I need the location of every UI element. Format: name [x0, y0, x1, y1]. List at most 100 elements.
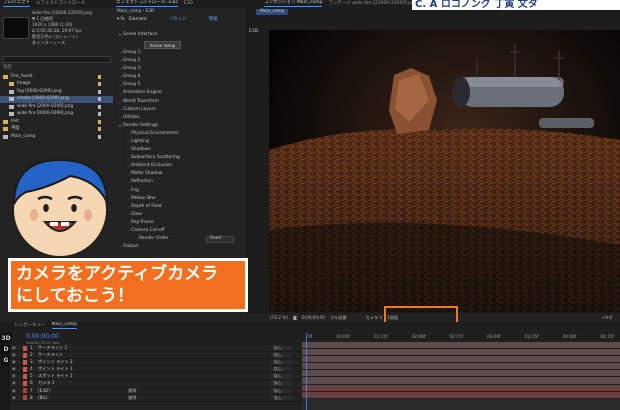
3d-toggle-button[interactable]: 3D [1, 334, 11, 343]
layer-label-color[interactable] [23, 373, 27, 379]
column-name-header[interactable]: 名前 [3, 65, 12, 70]
effect-param-row[interactable]: › Ray-Tracer [113, 219, 246, 227]
effect-param-row[interactable]: › Depth of Field [113, 203, 246, 211]
effect-param-row[interactable]: › Reflection [113, 179, 246, 187]
effect-param-row[interactable]: › Group 2 [113, 57, 246, 65]
effect-param-row[interactable]: › Group 1 [113, 49, 246, 57]
label-color-swatch[interactable] [98, 97, 101, 102]
camera-snapshot-icon[interactable]: ◙ [293, 316, 297, 320]
layer-mode[interactable]: 通常 [128, 388, 183, 393]
zoom-dropdown[interactable]: (74.2 %) [270, 316, 288, 320]
label-color-swatch[interactable] [98, 74, 101, 79]
label-color-swatch[interactable] [98, 119, 101, 124]
layer-parent-dropdown[interactable]: なし [270, 374, 292, 379]
effect-param-row[interactable]: › Subsurface Scattering [113, 154, 246, 162]
effect-param-row[interactable]: › Ambient Occlusion [113, 162, 246, 170]
layer-label-color[interactable] [23, 345, 27, 351]
layer-track-bar[interactable] [302, 370, 620, 378]
effect-param-row[interactable]: › Group 5 [113, 81, 246, 89]
layer-track-bar[interactable] [302, 391, 620, 399]
time-ruler[interactable]: 0f 01:00f 01:15f 02:00f 02:15f 03:00f 03:15f 04… [302, 333, 620, 342]
effect-param-row[interactable]: › Physical Environment [113, 130, 246, 138]
layer-label-color[interactable] [23, 395, 27, 401]
effect-param-row[interactable]: › Output [113, 243, 246, 251]
effect-param-row[interactable]: ▾ Scene Interface [113, 31, 246, 39]
tab-effect-controls-e3d[interactable]: エフェクトコントロール: E3D [116, 1, 178, 7]
visibility-eye-icon[interactable]: ◉ [10, 374, 20, 378]
layer-parent-dropdown[interactable]: なし [270, 359, 292, 365]
layer-name[interactable]: スポット ライト 1 [38, 374, 128, 378]
layer-name[interactable]: サーチライト 1 [38, 345, 128, 350]
effect-param-row[interactable]: › Utilities [113, 114, 246, 122]
layer-label-color[interactable] [23, 359, 27, 365]
layer-row[interactable]: ◉ 1 サーチライト 1 なし [10, 345, 302, 353]
effect-param-row[interactable]: › Lighting [113, 138, 246, 146]
effect-param-row[interactable]: › World Transform [113, 98, 246, 106]
layer-parent-dropdown[interactable]: なし [270, 388, 292, 393]
project-item[interactable]: wide fire [2000-0299].png [0, 103, 113, 111]
project-item[interactable]: Fire_Asset [0, 73, 113, 81]
effect-param-row[interactable]: › Camera Cut-off [113, 227, 246, 235]
visibility-eye-icon[interactable]: ◉ [10, 352, 20, 357]
visibility-eye-icon[interactable]: ◉ [10, 345, 20, 350]
layer-track-bar[interactable] [302, 349, 620, 357]
resolution-dropdown[interactable]: フル画質 [330, 316, 347, 320]
layer-parent-dropdown[interactable]: なし [270, 395, 292, 400]
project-item[interactable]: Inst [0, 118, 113, 126]
label-color-swatch[interactable] [98, 82, 101, 87]
layer-label-color[interactable] [23, 366, 27, 372]
visibility-eye-icon[interactable]: ◉ [10, 388, 20, 393]
visibility-eye-icon[interactable]: ◉ [10, 395, 20, 400]
layer-name[interactable]: ポイント ライト 2 [38, 359, 128, 364]
layer-name[interactable]: ポイント ライト 1 [38, 367, 128, 371]
label-color-swatch[interactable] [98, 89, 101, 94]
tab-main-comp[interactable]: Main_comp [51, 323, 77, 329]
camera-dropdown[interactable]: カメラ 1 [366, 316, 383, 320]
layer-parent-dropdown[interactable]: なし [270, 345, 292, 351]
exposure-value[interactable]: +0.0 [602, 316, 612, 320]
effect-param-row[interactable]: › Custom Layers [113, 106, 246, 114]
layer-track-bar[interactable] [302, 377, 620, 385]
visibility-eye-icon[interactable]: ◉ [10, 381, 20, 385]
tab-render-queue[interactable]: レンダーキュー [14, 323, 46, 329]
layer-name[interactable]: カメラ 1 [38, 381, 128, 385]
visibility-eye-icon[interactable]: ◉ [10, 367, 20, 371]
layer-row[interactable]: ◉ 6 カメラ 1 なし [10, 380, 302, 388]
effect-param-row[interactable]: › Render Order Fixed [113, 235, 246, 243]
layer-name[interactable]: [E3D] [38, 388, 128, 393]
effect-param-row[interactable]: ▾ Render Settings [113, 122, 246, 130]
layer-parent-dropdown[interactable]: なし [270, 352, 292, 358]
tab-e3d[interactable]: E3D [184, 1, 193, 7]
effect-param-row[interactable]: › Matte Shadow [113, 171, 246, 179]
layer-track-bar[interactable] [302, 342, 620, 350]
layer-row[interactable]: ◉ 7 [E3D] 通常 なし [10, 388, 302, 395]
effect-param-row[interactable]: › Animation Engine [113, 90, 246, 98]
project-item[interactable]: smoke [0000-0299].png [0, 95, 113, 103]
reset-link[interactable]: リセット [169, 17, 187, 22]
layer-label-color[interactable] [23, 381, 27, 387]
project-item[interactable]: 平面 [0, 126, 113, 134]
playhead[interactable] [306, 333, 307, 410]
label-color-swatch[interactable] [98, 127, 101, 132]
about-link[interactable]: 情報 [209, 17, 218, 22]
effect-param-row[interactable]: › Group 3 [113, 65, 246, 73]
project-item[interactable]: Main_comp [0, 133, 113, 141]
layer-track-bar[interactable] [302, 363, 620, 371]
label-color-swatch[interactable] [98, 112, 101, 117]
layer-parent-dropdown[interactable]: なし [270, 367, 292, 372]
tab-effect-controls[interactable]: エフェクトコントロール [36, 1, 86, 7]
tab-footage[interactable]: フッテージ wide fire [22000-22919].png [328, 1, 416, 7]
layer-label-color[interactable] [23, 388, 27, 394]
render-order-dropdown[interactable]: Fixed [205, 236, 234, 243]
layer-row[interactable]: ◉ 5 スポット ライト 1 なし [10, 373, 302, 381]
project-item[interactable]: fog [0000-0299].png [0, 88, 113, 96]
visibility-eye-icon[interactable]: ◉ [10, 359, 20, 364]
effect-param-row[interactable]: › Group 4 [113, 73, 246, 81]
layer-name[interactable]: [BG] [38, 395, 128, 400]
project-item[interactable]: Image [0, 81, 113, 89]
layer-row[interactable]: ◉ 8 [BG] 通常 なし [10, 395, 302, 402]
layer-label-color[interactable] [23, 352, 27, 358]
tab-composition[interactable]: コンポジション Main_comp [264, 1, 323, 7]
label-color-swatch[interactable] [98, 104, 101, 109]
project-item[interactable]: wide fire [0000-0299].png [0, 111, 113, 119]
